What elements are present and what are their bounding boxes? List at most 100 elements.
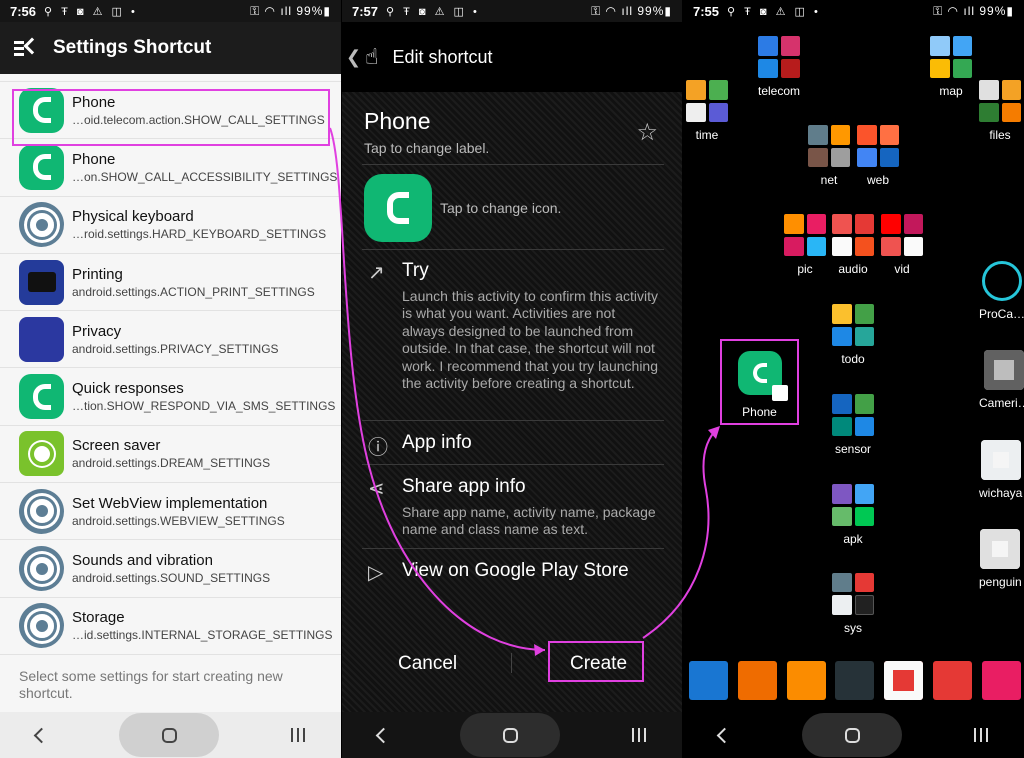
printer-icon [19, 259, 64, 305]
app-label: ProCa… [979, 307, 1024, 321]
folder-label: todo [841, 352, 865, 366]
folder-sensor[interactable]: sensor [832, 394, 874, 456]
list-item[interactable]: Set WebView implementation android.settin… [0, 483, 341, 541]
item-label: Physical keyboard [72, 208, 194, 226]
info-icon: ⓘ [368, 437, 388, 459]
home-button[interactable] [119, 713, 219, 757]
item-action: android.settings.ACTION_PRINT_SETTINGS [72, 284, 315, 299]
back-icon[interactable] [33, 727, 50, 743]
folder-label: vid [894, 262, 910, 276]
folder-files-icon [979, 80, 1021, 122]
folder-todo[interactable]: todo [832, 304, 874, 366]
app-wichaya[interactable]: wichaya [979, 440, 1022, 500]
star-icon[interactable]: ☆ [636, 118, 658, 147]
folder-net[interactable]: net [808, 125, 850, 187]
folder-audio[interactable]: audio [832, 214, 874, 276]
screen-recorder-icon[interactable] [981, 661, 1021, 700]
dock [689, 661, 1021, 700]
settings-shortcut-screen: 7:56 ⚲ Ŧ ◙ ⚠ ◫ • ⚿ ◠ ıll 99%▮ Settings S… [0, 0, 341, 758]
recents-icon[interactable] [632, 728, 647, 742]
folder-vid[interactable]: vid [881, 214, 923, 276]
folder-time[interactable]: time [686, 80, 728, 142]
contacts-icon[interactable] [737, 661, 777, 700]
create-button-highlight [548, 641, 644, 682]
item-label: Phone [72, 150, 116, 168]
folder-label: pic [797, 262, 813, 276]
share-description: Share app name, activity name, package n… [402, 504, 656, 538]
folder-audio-icon [832, 214, 874, 256]
item-label: Storage [72, 609, 125, 627]
back-icon[interactable] [716, 727, 733, 743]
status-right: ⚿ ◠ ıll 99%▮ [933, 3, 1014, 18]
folder-files[interactable]: files [979, 80, 1021, 142]
recorder-icon[interactable] [884, 661, 924, 700]
selected-item-highlight [12, 89, 330, 146]
folder-label: sensor [834, 442, 872, 456]
menu-back-icon[interactable] [14, 37, 41, 58]
item-action: android.settings.PRIVACY_SETTINGS [72, 341, 279, 356]
camera-icon [984, 350, 1024, 390]
folder-label: files [989, 128, 1011, 142]
audio-wave-icon[interactable] [933, 661, 973, 700]
apps-folder-icon[interactable] [835, 661, 875, 700]
home-button[interactable] [802, 713, 902, 757]
edit-shortcut-body: Phone Tap to change label. ☆ Tap to chan… [342, 92, 682, 712]
list-item[interactable]: Phone …on.SHOW_CALL_ACCESSIBILITY_SETTING… [0, 139, 341, 197]
home-icon [161, 727, 177, 743]
nav-bar [342, 712, 682, 758]
gear-icon [19, 603, 64, 649]
folder-vid-icon [881, 214, 923, 256]
app-camera[interactable]: Cameri… [979, 350, 1024, 410]
item-label: Privacy [72, 322, 122, 340]
folder-web-icon [857, 125, 899, 167]
messages-icon[interactable] [689, 661, 728, 700]
sun-icon [19, 431, 64, 477]
shortcut-icon[interactable] [364, 174, 432, 242]
page-title: Settings Shortcut [53, 37, 212, 58]
folder-apk[interactable]: apk [832, 484, 874, 546]
share-title: Share app info [402, 476, 526, 497]
status-time: 7:56 [10, 3, 37, 19]
list-item[interactable]: Privacy android.settings.PRIVACY_SETTINGS [0, 311, 341, 369]
list-item[interactable]: Screen saver android.settings.DREAM_SETTI… [0, 426, 341, 484]
list-item[interactable]: Sounds and vibration android.settings.SOU… [0, 540, 341, 598]
item-action: …tion.SHOW_RESPOND_VIA_SMS_SETTINGS [72, 399, 336, 414]
folder-telecom[interactable]: telecom [758, 36, 800, 98]
new-phone-shortcut[interactable]: Phone [720, 339, 799, 425]
home-button[interactable] [460, 713, 561, 757]
cancel-button[interactable]: Cancel [398, 653, 457, 675]
play-store-title: View on Google Play Store [402, 560, 629, 581]
recents-icon[interactable] [974, 728, 988, 742]
list-item[interactable]: Physical keyboard …roid.settings.HARD_KEY… [0, 197, 341, 254]
folder-pic[interactable]: pic [784, 214, 826, 276]
try-title: Try [402, 260, 429, 281]
status-icons: ⚲ Ŧ ◙ ⚠ ◫ • [727, 5, 821, 18]
try-description: Launch this activity to confirm this act… [402, 288, 659, 392]
item-action: android.settings.SOUND_SETTINGS [72, 571, 271, 586]
app-header: Settings Shortcut [0, 22, 341, 74]
footer-hint: Select some settings for start creating … [19, 668, 283, 701]
home-icon [844, 727, 860, 743]
app-procam[interactable]: ProCa… [979, 261, 1024, 321]
gear-icon [19, 202, 64, 248]
folder-telecom-icon [758, 36, 801, 78]
back-chevron-icon[interactable]: ❮ [346, 47, 361, 68]
folder-label: web [866, 173, 889, 187]
list-item[interactable]: Quick responses …tion.SHOW_RESPOND_VIA_SM… [0, 368, 341, 426]
folder-web[interactable]: web [857, 125, 899, 187]
folder-sys[interactable]: sys [832, 573, 874, 635]
shortcut-label: Phone [742, 405, 777, 419]
folder-map[interactable]: map [930, 36, 972, 98]
shortcut-label[interactable]: Phone [364, 108, 431, 135]
app-penguin[interactable]: penguin [979, 529, 1022, 589]
item-label: Printing [72, 265, 123, 283]
back-icon[interactable] [375, 727, 392, 743]
phone-dialer-icon[interactable] [786, 661, 826, 700]
open-external-icon: ↗ [368, 262, 385, 284]
list-item[interactable]: Storage …id.settings.INTERNAL_STORAGE_SET… [0, 598, 341, 655]
settings-list: Phone …oid.telecom.action.SHOW_CALL_SETTI… [0, 74, 341, 655]
list-item[interactable]: Printing android.settings.ACTION_PRINT_SE… [0, 254, 341, 312]
status-right: ⚿ ◠ ıll 99%▮ [591, 3, 672, 18]
share-icon: ⋖ [368, 478, 385, 500]
recents-icon[interactable] [291, 728, 305, 742]
